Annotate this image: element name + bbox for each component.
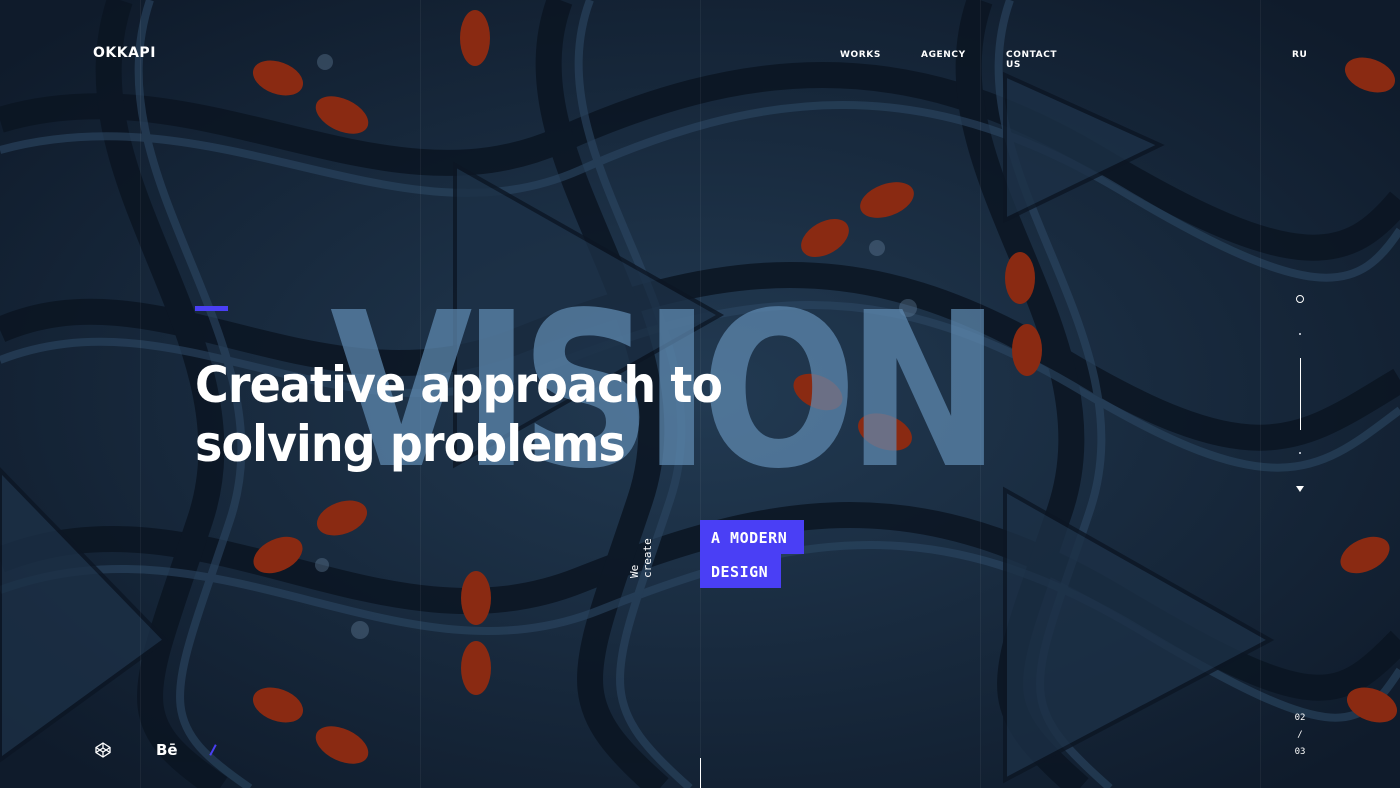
language-switch[interactable]: RU [1292,50,1307,60]
nav-item-works[interactable]: WORKS [840,50,881,60]
slide-progress-line [1300,358,1301,430]
vertical-subtitle: We create [628,538,654,578]
pager-total: 03 [1294,747,1306,757]
accent-bar [195,306,228,311]
vertical-subtitle-line-2: create [641,538,654,578]
site-logo[interactable]: OKKAPI [93,45,156,61]
slide-dot[interactable] [1299,452,1301,454]
codepen-icon[interactable] [95,742,111,758]
hero-headline: Creative approach to solving problems [195,356,723,474]
tag-line-2: DESIGN [711,563,769,581]
scroll-indicator-line [700,758,701,788]
headline-line-2: solving problems [195,415,626,473]
tag-line-1: A MODERN [711,529,788,547]
nav-item-contact-us[interactable]: CONTACT US [1006,50,1057,70]
pager-separator: / [1297,730,1303,740]
grid-line [1260,0,1261,788]
headline-line-1: Creative approach to [195,356,723,414]
nav-item-agency[interactable]: AGENCY [921,50,966,60]
slide-indicator-ring[interactable] [1296,295,1304,303]
vertical-subtitle-line-1: We [628,564,641,578]
behance-icon[interactable]: Bē [156,741,178,759]
scroll-down-arrow-icon[interactable] [1296,486,1304,492]
grid-line [140,0,141,788]
slide-dot[interactable] [1299,333,1301,335]
pager-current: 02 [1294,713,1306,723]
slide-pager: 02 / 03 [1293,710,1307,761]
